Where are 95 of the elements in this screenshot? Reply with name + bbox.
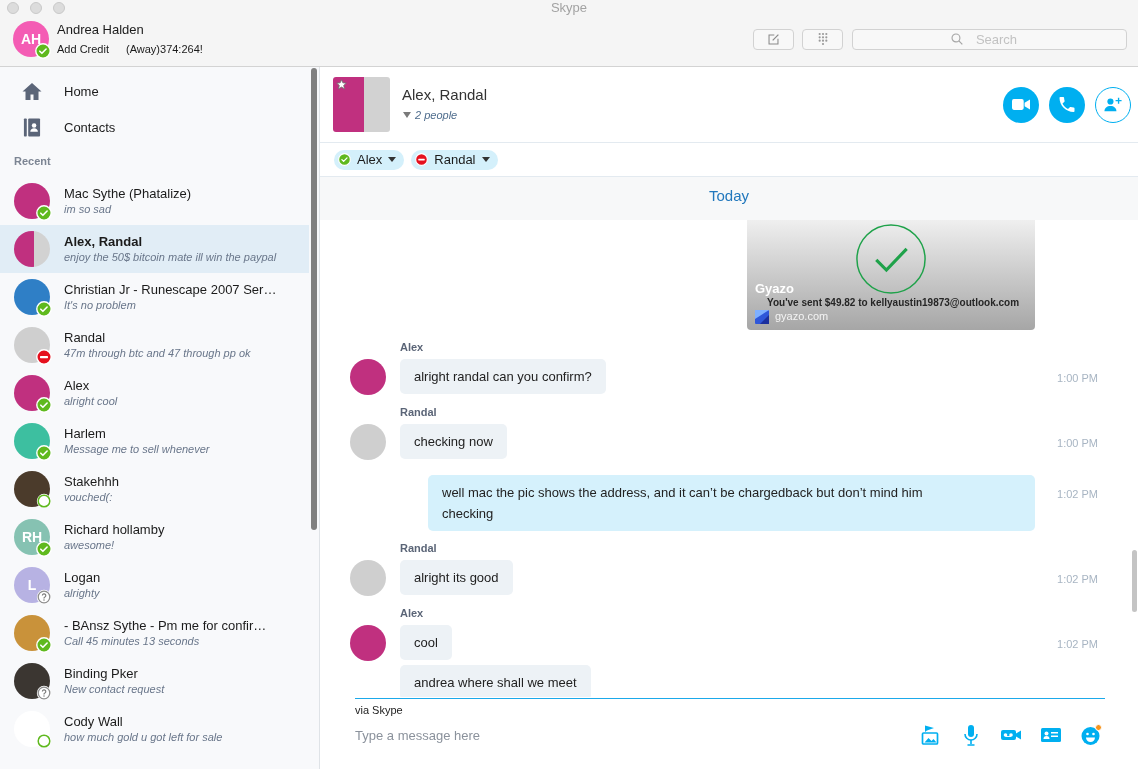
compose-button[interactable]	[753, 28, 794, 50]
sender-name: Randal	[400, 405, 437, 419]
contact-name: Binding Pker	[64, 666, 138, 682]
contact-name: Cody Wall	[64, 714, 123, 730]
call-button[interactable]	[1049, 86, 1085, 123]
caret-icon	[403, 112, 411, 118]
contact-name: Alex, Randal	[64, 234, 143, 250]
message-time: 1:02 PM	[1057, 637, 1098, 652]
message-bubble: cool	[400, 625, 452, 660]
contact-item[interactable]: Cody Wall how much gold u got left for sale	[0, 705, 309, 753]
contact-name: Alex	[64, 378, 90, 394]
caret-icon	[481, 157, 490, 162]
add-credit-link[interactable]: Add Credit	[57, 40, 109, 57]
close-button[interactable]	[7, 2, 19, 14]
last-message-preview: It's no problem	[64, 298, 136, 312]
preview-title: Gyazo	[755, 281, 794, 297]
scrollbar-thumb[interactable]	[311, 68, 317, 530]
via-label: via Skype	[355, 703, 403, 717]
add-participant-button[interactable]	[1095, 86, 1131, 123]
message-input[interactable]: Type a message here	[355, 725, 920, 745]
message-bubble: well mac the pic shows the address, and it can’t be chargedback but don’t mind him checking	[428, 475, 1035, 531]
contact-item[interactable]: Harlem Message me to sell whenever	[0, 417, 309, 465]
last-message-preview: enjoy the 50$ bitcoin mate ill win the paypal	[64, 250, 277, 264]
contact-name: Harlem	[64, 426, 106, 442]
last-message-preview: awesome!	[64, 538, 115, 552]
contacts-icon	[22, 117, 42, 137]
last-message-preview: Message me to sell whenever	[64, 442, 210, 456]
mood-message: (Away)374:264!	[126, 41, 203, 57]
last-message-preview: im so sad	[64, 202, 112, 216]
nav-item[interactable]: Home	[0, 73, 120, 109]
sender-name: Alex	[400, 340, 424, 354]
search-icon	[951, 32, 963, 45]
last-message-preview: alrighty	[64, 586, 100, 600]
section-heading: Recent	[14, 154, 51, 168]
contact-name: Mac Sythe (Phatalize)	[64, 186, 192, 202]
caret-icon	[388, 157, 397, 162]
contact-name: Randal	[64, 330, 106, 346]
participant-chip[interactable]: Alex	[334, 149, 405, 170]
sender-name: Alex	[400, 606, 424, 620]
contact-item[interactable]: Binding Pker New contact request	[0, 657, 309, 705]
maximize-button[interactable]	[53, 2, 65, 14]
contact-item[interactable]: Alex alright cool	[0, 369, 309, 417]
contact-item[interactable]: Randal 47m through btc and 47 through pp ok	[0, 321, 309, 369]
scrollbar-thumb[interactable]	[1132, 550, 1137, 612]
dialpad-icon	[817, 32, 828, 46]
last-message-preview: how much gold u got left for sale	[64, 730, 223, 744]
conversation-title: Alex, Randal	[402, 86, 488, 104]
message-bubble: andrea where shall we meet	[400, 665, 591, 697]
blank-avatar	[14, 711, 50, 747]
dialpad-button[interactable]	[802, 28, 843, 50]
video-camera-icon	[1012, 97, 1030, 112]
contact-item[interactable]: L Logan alrighty	[0, 561, 309, 609]
contact-name: Stakehhh	[64, 474, 119, 490]
contact-item[interactable]: Stakehhh vouched(:	[0, 465, 309, 513]
message-time: 1:02 PM	[1057, 487, 1098, 502]
video-call-button[interactable]	[1003, 86, 1039, 123]
initials-avatar: L	[14, 567, 50, 603]
last-message-preview: New contact request	[64, 682, 165, 696]
message-bubble: checking now	[400, 424, 507, 459]
minimize-button[interactable]	[30, 2, 42, 14]
sender-name: Randal	[400, 541, 437, 555]
date-header: Today	[320, 177, 1138, 220]
home-icon	[22, 81, 42, 101]
last-message-preview: vouched(:	[64, 490, 113, 504]
last-message-preview: alright cool	[64, 394, 118, 408]
site-logo-icon	[755, 309, 769, 324]
contact-item[interactable]: - BAnsz Sythe - Pm me for confir… Call 45 minutes 13 seconds	[0, 609, 309, 657]
phone-icon	[1058, 97, 1076, 112]
message-bubble: alright its good	[400, 560, 513, 595]
participant-chip[interactable]: Randal	[411, 149, 498, 170]
message-time: 1:00 PM	[1057, 436, 1098, 451]
preview-caption: You've sent $49.82 to kellyaustin19873@outlook.com	[766, 297, 1020, 309]
edit-icon	[767, 32, 780, 46]
window-title: Skype	[550, 0, 588, 16]
contact-name: Logan	[64, 570, 101, 586]
contact-item[interactable]: Alex, Randal enjoy the 50$ bitcoin mate ill win the paypal	[0, 225, 309, 273]
link-preview-card[interactable]: Gyazo You've sent $49.82 to kellyaustin19873@outlook.com gyazo.com	[747, 220, 1035, 330]
last-message-preview: Call 45 minutes 13 seconds	[64, 634, 200, 648]
participants-toggle[interactable]: 2 people	[402, 107, 458, 123]
contact-item[interactable]: RH Richard hollamby awesome!	[0, 513, 309, 561]
contact-item[interactable]: Christian Jr - Runescape 2007 Ser… It's no problem	[0, 273, 309, 321]
profile-name: Andrea Halden	[57, 21, 145, 38]
contact-name: Christian Jr - Runescape 2007 Ser…	[64, 282, 277, 298]
nav-item[interactable]: Contacts	[0, 109, 120, 145]
contact-name: Richard hollamby	[64, 522, 165, 538]
message-time: 1:02 PM	[1057, 572, 1098, 587]
smiley-icon[interactable]	[1080, 724, 1102, 746]
contact-item[interactable]: Mac Sythe (Phatalize) im so sad	[0, 177, 309, 225]
message-time: 1:00 PM	[1057, 371, 1098, 386]
last-message-preview: 47m through btc and 47 through pp ok	[64, 346, 251, 360]
contact-name: - BAnsz Sythe - Pm me for confir…	[64, 618, 267, 634]
check-circle-icon	[856, 224, 926, 294]
message-bubble: alright randal can you confirm?	[400, 359, 606, 394]
add-person-icon	[1104, 97, 1122, 112]
star-icon[interactable]	[336, 79, 347, 90]
